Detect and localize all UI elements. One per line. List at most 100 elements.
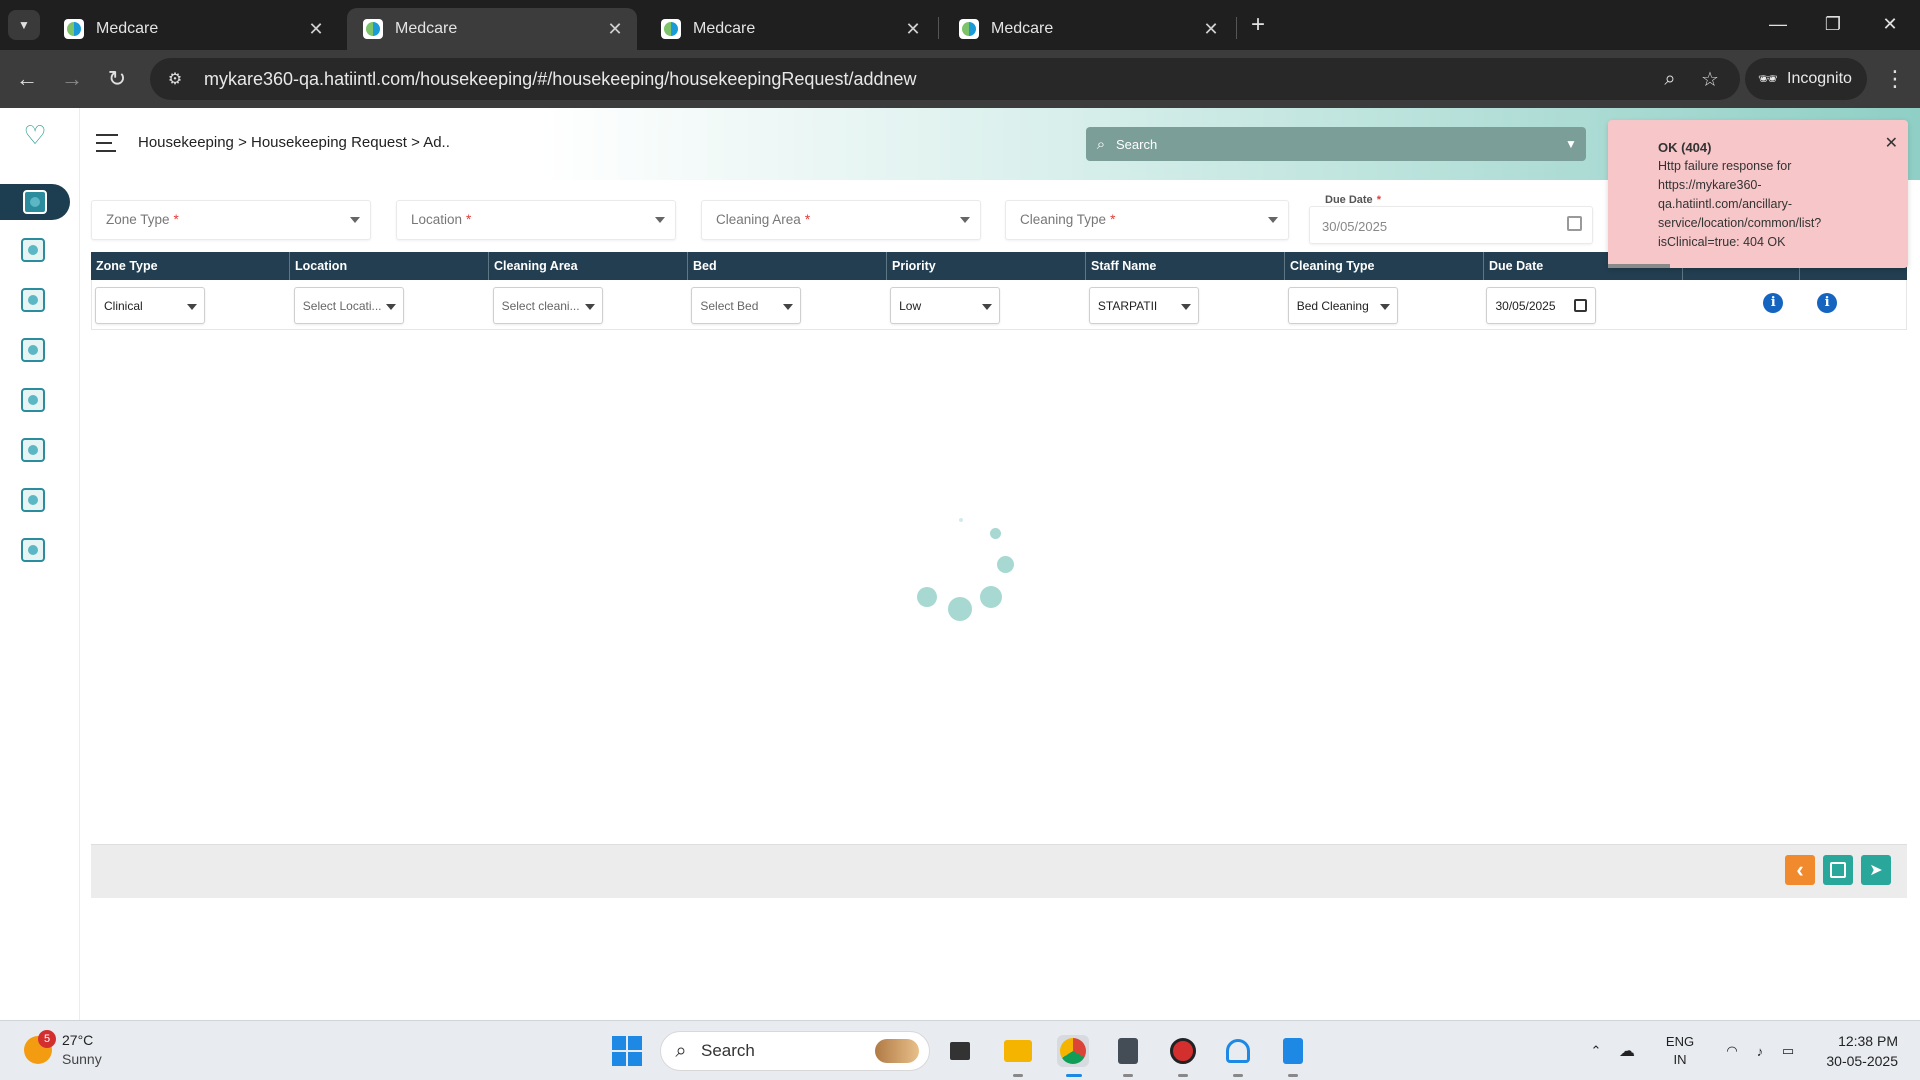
schedule-icon bbox=[21, 288, 45, 312]
back-arrow-icon[interactable]: ← bbox=[12, 64, 42, 94]
priority-select[interactable]: Low bbox=[890, 286, 1001, 324]
url-text[interactable]: mykare360-qa.hatiintl.com/housekeeping/#… bbox=[204, 69, 1650, 90]
cleaning-type-label: Cleaning Type bbox=[1020, 212, 1107, 227]
calendar-icon[interactable] bbox=[1574, 298, 1588, 312]
language-indicator[interactable]: ENG IN bbox=[1654, 1033, 1706, 1069]
incognito-indicator[interactable]: 🕶 Incognito bbox=[1745, 58, 1867, 100]
incognito-label: Incognito bbox=[1787, 70, 1852, 87]
forward-arrow-icon[interactable]: → bbox=[57, 64, 87, 94]
housekeeping-icon bbox=[23, 190, 47, 214]
close-tab-icon[interactable]: ✕ bbox=[1201, 19, 1221, 39]
location-filter[interactable]: Location * bbox=[396, 200, 676, 240]
taskbar-search[interactable]: ⌕ Search bbox=[660, 1031, 930, 1071]
hamburger-menu-icon[interactable] bbox=[96, 134, 118, 152]
bed-select[interactable]: Select Bed bbox=[691, 286, 802, 324]
taskbar-search-label: Search bbox=[701, 1041, 755, 1060]
info-icon[interactable]: i bbox=[1763, 292, 1784, 313]
sidebar-item-reports[interactable] bbox=[16, 484, 50, 516]
browser-tab-4[interactable]: Medcare ✕ bbox=[943, 8, 1233, 50]
browser-tab-2[interactable]: Medcare ✕ bbox=[347, 8, 637, 50]
medcare-favicon-icon bbox=[363, 19, 383, 39]
sidebar-item-housekeeping[interactable] bbox=[0, 184, 70, 220]
browser-tab-3[interactable]: Medcare ✕ bbox=[645, 8, 935, 50]
new-tab-button[interactable]: + bbox=[1245, 11, 1271, 38]
calendar-icon[interactable] bbox=[1567, 216, 1582, 231]
save-button[interactable] bbox=[1823, 855, 1853, 885]
error-toast: OK (404) Http failure response for https… bbox=[1608, 120, 1908, 268]
cloud-offline-icon[interactable]: ☁ bbox=[1610, 1041, 1644, 1061]
site-info-icon[interactable]: ⚙ bbox=[154, 58, 196, 100]
zone-type-label: Zone Type bbox=[106, 212, 170, 227]
snipping-tool-icon[interactable] bbox=[1222, 1035, 1254, 1067]
send-icon: ➤ bbox=[1869, 862, 1883, 879]
browser-tab-1[interactable]: Medcare ✕ bbox=[48, 8, 338, 50]
tab-title: Medcare bbox=[991, 20, 1054, 37]
weather-widget[interactable]: 5 27°C Sunny bbox=[24, 1030, 102, 1069]
required-mark: * bbox=[804, 212, 811, 227]
spinner-dot bbox=[990, 528, 1001, 539]
chevron-down-icon bbox=[1379, 303, 1390, 310]
chrome-icon[interactable] bbox=[1057, 1035, 1089, 1067]
location-select[interactable]: Select Locati... bbox=[293, 286, 404, 324]
global-search-input[interactable]: ⌕ Search ▼ bbox=[1086, 127, 1586, 161]
incognito-icon: 🕶 bbox=[1757, 71, 1779, 88]
info-icon[interactable]: i bbox=[1817, 292, 1838, 313]
sidebar-item-schedule[interactable] bbox=[16, 284, 50, 316]
close-tab-icon[interactable]: ✕ bbox=[306, 19, 326, 39]
close-tab-icon[interactable]: ✕ bbox=[605, 19, 625, 39]
location-value: Select Locati... bbox=[302, 298, 382, 313]
reload-icon[interactable]: ↻ bbox=[102, 64, 132, 94]
due-date-row-input[interactable]: 30/05/2025 bbox=[1486, 286, 1597, 324]
battery-icon[interactable]: ▭ bbox=[1774, 1043, 1802, 1059]
bed-value: Select Bed bbox=[700, 298, 759, 313]
sidebar-item-cleaning[interactable] bbox=[16, 334, 50, 366]
file-explorer-icon[interactable] bbox=[1002, 1035, 1034, 1067]
medcare-heart-logo-icon[interactable]: ♡ bbox=[20, 120, 50, 150]
address-bar[interactable]: ⚙ mykare360-qa.hatiintl.com/housekeeping… bbox=[150, 58, 1740, 100]
notepad-icon[interactable] bbox=[1277, 1035, 1309, 1067]
required-mark: * bbox=[1110, 212, 1116, 227]
sidebar-item-checklist[interactable] bbox=[16, 434, 50, 466]
chevron-up-icon[interactable]: ⌃ bbox=[1582, 1043, 1610, 1059]
chevron-down-icon bbox=[655, 217, 665, 223]
sidebar-item-print[interactable] bbox=[16, 534, 50, 566]
action-bar: ‹ ➤ bbox=[91, 844, 1907, 898]
sidebar-item-staff[interactable] bbox=[16, 234, 50, 266]
zone-type-filter[interactable]: Zone Type * bbox=[91, 200, 371, 240]
cleaning-type-filter[interactable]: Cleaning Type * bbox=[1005, 200, 1289, 240]
restore-icon[interactable]: ❐ bbox=[1813, 10, 1853, 38]
column-header: Location bbox=[290, 252, 489, 280]
bookmark-star-icon[interactable]: ☆ bbox=[1690, 59, 1730, 99]
due-date-input[interactable]: 30/05/2025 bbox=[1309, 206, 1593, 244]
minimize-icon[interactable]: — bbox=[1758, 10, 1798, 38]
submit-button[interactable]: ➤ bbox=[1861, 855, 1891, 885]
tab-search-button[interactable]: ▼ bbox=[8, 10, 40, 40]
close-icon[interactable]: ✕ bbox=[1885, 134, 1898, 153]
spinner-dot bbox=[917, 587, 937, 607]
cleaning-area-filter[interactable]: Cleaning Area * bbox=[701, 200, 981, 240]
windows-start-icon[interactable] bbox=[612, 1036, 642, 1066]
sidebar-item-laundry[interactable] bbox=[16, 384, 50, 416]
browser-menu-icon[interactable]: ⋮ bbox=[1880, 64, 1910, 94]
clock[interactable]: 12:38 PM 30-05-2025 bbox=[1800, 1031, 1898, 1071]
calculator-icon[interactable] bbox=[1112, 1035, 1144, 1067]
chevron-down-icon[interactable]: ▼ bbox=[1556, 137, 1586, 151]
chevron-down-icon bbox=[783, 303, 794, 310]
wifi-icon[interactable]: ◠ bbox=[1718, 1043, 1746, 1059]
breadcrumb: Housekeeping > Housekeeping Request > Ad… bbox=[138, 134, 450, 151]
zone-type-select[interactable]: Clinical bbox=[95, 286, 205, 324]
save-icon bbox=[1830, 862, 1846, 878]
back-button[interactable]: ‹ bbox=[1785, 855, 1815, 885]
windows-taskbar: 5 27°C Sunny ⌕ Search ⌃ ☁ ENG IN ◠ ♪ ▭ 1… bbox=[0, 1020, 1920, 1080]
staff-name-select[interactable]: STARPATII bbox=[1088, 286, 1199, 324]
cleaning-area-select[interactable]: Select cleani... bbox=[492, 286, 603, 324]
zoom-icon[interactable]: ⌕ bbox=[1650, 59, 1690, 99]
search-highlight-image bbox=[875, 1039, 919, 1063]
task-view-icon[interactable] bbox=[944, 1035, 976, 1067]
volume-icon[interactable]: ♪ bbox=[1746, 1044, 1774, 1059]
close-window-icon[interactable]: ✕ bbox=[1870, 10, 1910, 38]
cleaning-type-select[interactable]: Bed Cleaning bbox=[1287, 286, 1398, 324]
screen-recorder-icon[interactable] bbox=[1167, 1035, 1199, 1067]
close-tab-icon[interactable]: ✕ bbox=[903, 19, 923, 39]
tab-title: Medcare bbox=[395, 20, 458, 37]
